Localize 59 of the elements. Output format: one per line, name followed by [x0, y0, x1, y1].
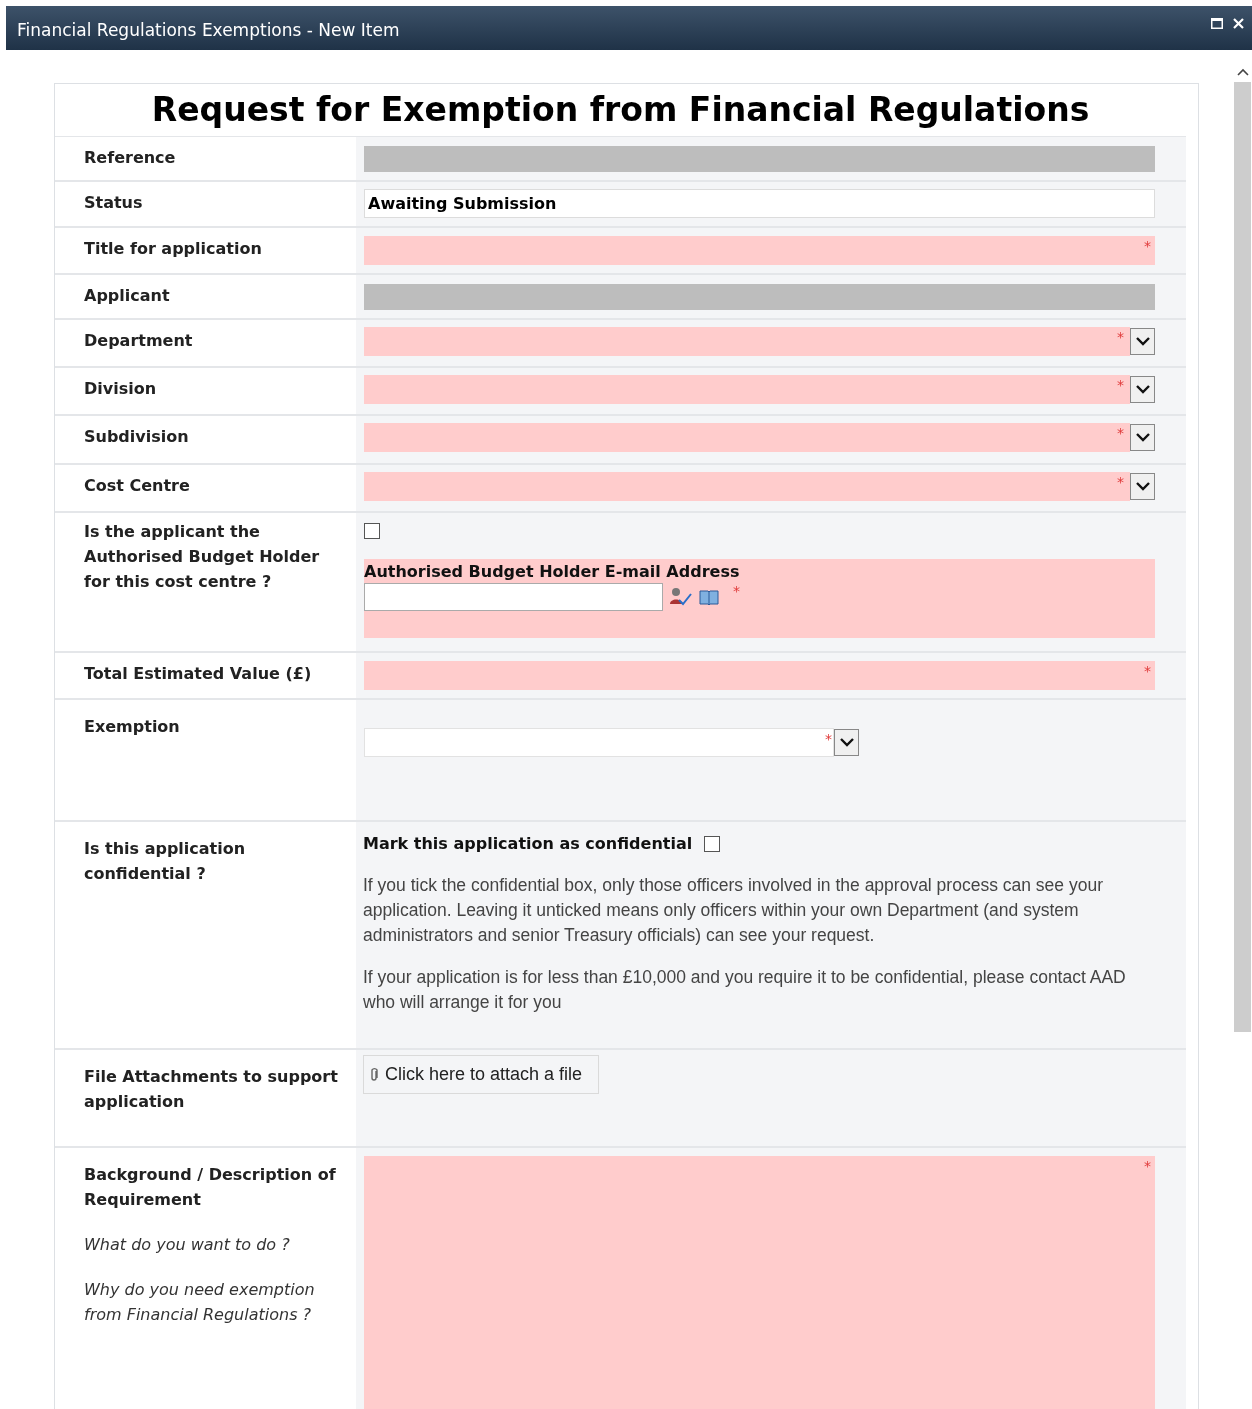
chevron-down-icon	[1135, 433, 1150, 442]
select-field[interactable]: *	[364, 728, 834, 757]
field-label: Reference	[84, 148, 176, 167]
field-label: Authorised Budget Holder E-mail Address	[364, 561, 741, 583]
required-mark: *	[1144, 663, 1151, 679]
field-label: Department	[84, 331, 193, 350]
dropdown-button[interactable]	[834, 729, 859, 756]
checkbox[interactable]	[364, 523, 380, 539]
field-label: Is the applicant the Authorised Budget Holder for this cost centre ?	[84, 522, 320, 591]
field-label: Total Estimated Value (£)	[84, 664, 312, 683]
close-icon[interactable]	[1233, 17, 1244, 29]
dropdown-field[interactable]: *	[364, 472, 1130, 501]
checkbox[interactable]	[704, 835, 721, 852]
required-mark: *	[1117, 425, 1124, 441]
help-text: If your application is for less than £10,000 and you require it to be confidential, please contact AAD who will arrange it for you	[363, 966, 1127, 1014]
required-mark: *	[1144, 1158, 1151, 1174]
dropdown-field[interactable]: *	[364, 423, 1130, 452]
paperclip-icon	[370, 1067, 379, 1082]
required-mark: *	[733, 583, 740, 599]
text-input-field[interactable]: *	[364, 661, 1155, 690]
email-input-field[interactable]	[364, 583, 663, 611]
chevron-down-icon	[839, 738, 854, 747]
dropdown-button[interactable]	[1130, 473, 1155, 500]
field-label: Applicant	[84, 286, 170, 305]
maximize-icon[interactable]	[1211, 17, 1223, 29]
dropdown-button[interactable]	[1130, 328, 1155, 355]
dropdown-field[interactable]: *	[364, 375, 1130, 404]
text-area[interactable]: *	[364, 1156, 1155, 1409]
required-mark: *	[825, 731, 832, 747]
window-title: Financial Regulations Exemptions - New Item	[17, 20, 400, 40]
field-label: Cost Centre	[84, 476, 190, 495]
check-names-icon[interactable]	[669, 587, 693, 607]
attach-file-link[interactable]: Click here to attach a file	[363, 1055, 600, 1094]
scroll-up-icon[interactable]	[1236, 68, 1249, 76]
chevron-down-icon	[1135, 337, 1150, 346]
field-label: Title for application	[84, 239, 262, 258]
hint-text: Why do you need exemption from Financial Regulations ?	[84, 1279, 316, 1326]
dropdown-field[interactable]: *	[364, 327, 1130, 356]
field-label: File Attachments to support application	[84, 1067, 338, 1111]
chevron-down-icon	[1135, 385, 1150, 394]
dropdown-button[interactable]	[1130, 424, 1155, 451]
required-mark: *	[1117, 329, 1124, 345]
required-mark: *	[1117, 377, 1124, 393]
text-input-field[interactable]: *	[364, 236, 1155, 265]
help-text: If you tick the confidential box, only those officers involved in the approval process can see your application. Leaving it unticked means only officers within your own Department (and system administrators and senior Treasury officials) can see your request.	[363, 874, 1104, 947]
field-label: Exemption	[84, 717, 180, 736]
field-label: Is this application confidential ?	[84, 839, 246, 883]
dropdown-button[interactable]	[1130, 376, 1155, 403]
required-mark: *	[1117, 474, 1124, 490]
checkbox-label: Mark this application as confidential	[363, 834, 693, 853]
field-label: Subdivision	[84, 427, 189, 446]
field-label: Status	[84, 193, 143, 212]
address-book-icon[interactable]	[699, 589, 719, 605]
hint-text: What do you want to do ?	[84, 1234, 291, 1256]
field-label: Division	[84, 379, 157, 398]
chevron-down-icon	[1135, 482, 1150, 491]
field-label: Background / Description of Requirement	[84, 1165, 336, 1209]
status-field: Awaiting Submission	[364, 189, 1155, 218]
required-mark: *	[1144, 238, 1151, 254]
